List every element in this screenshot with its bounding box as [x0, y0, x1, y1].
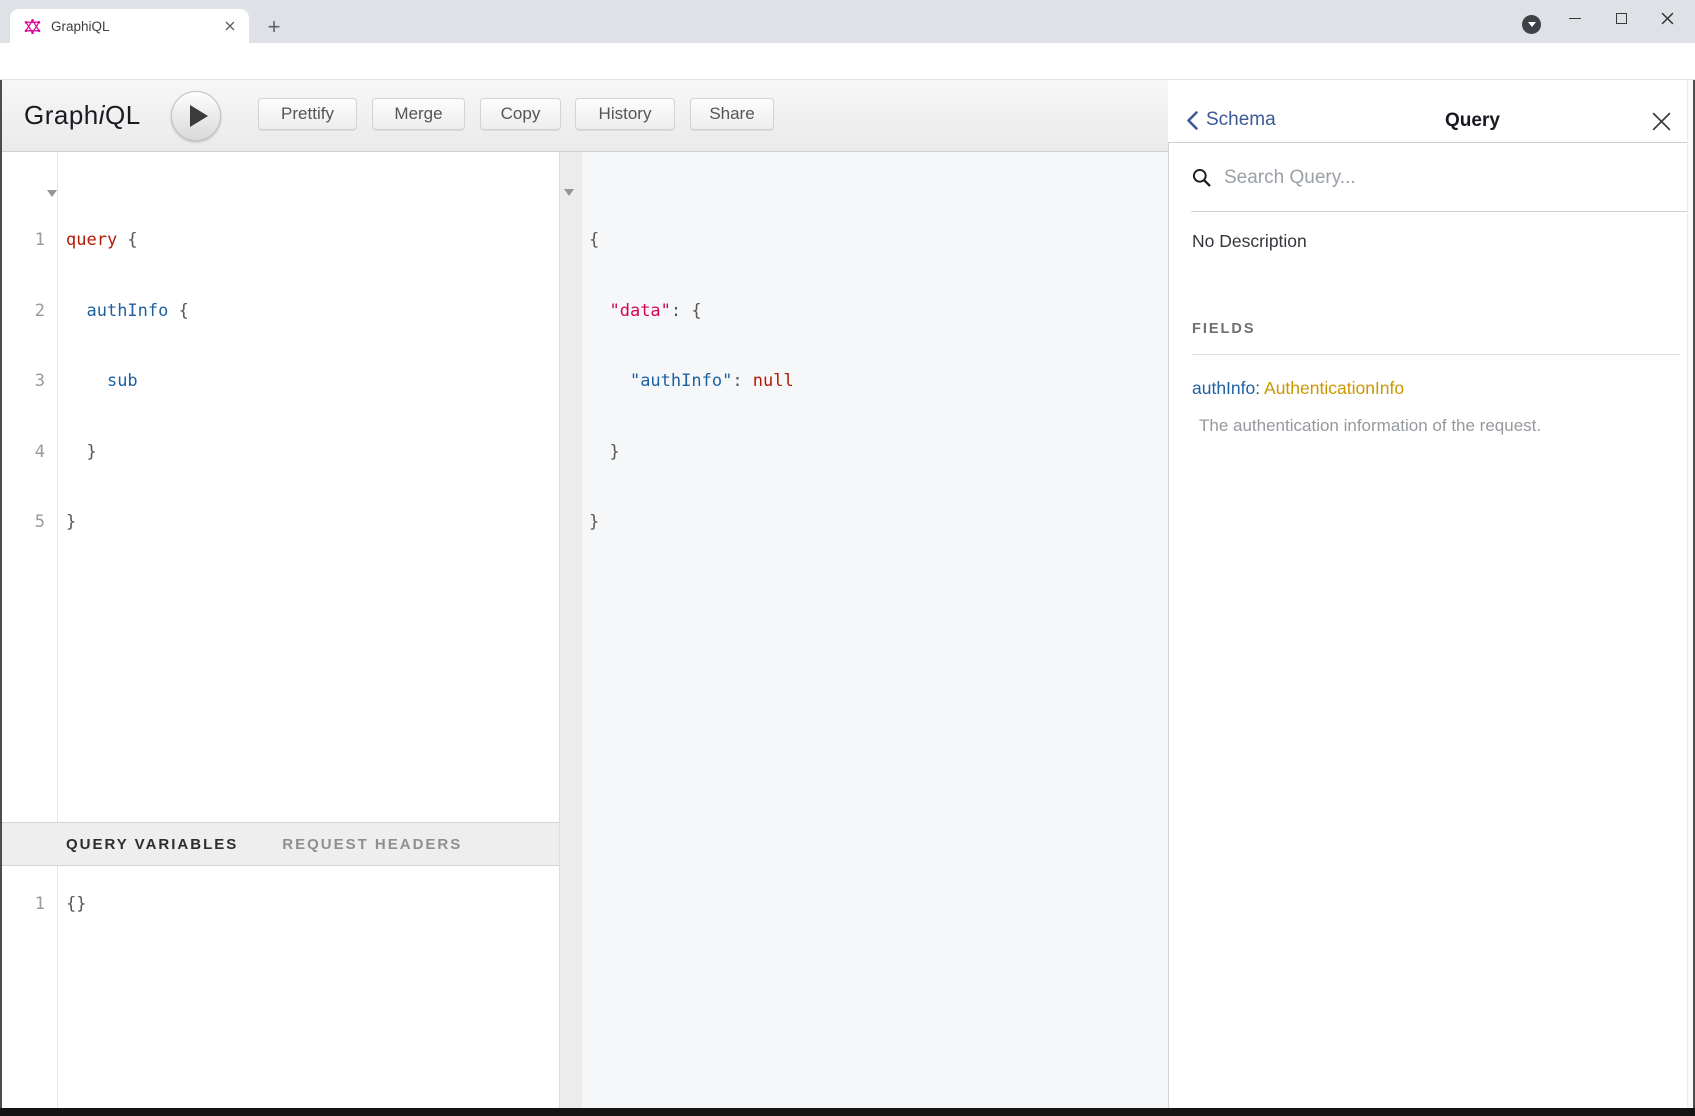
- code-line: authInfo {: [66, 300, 189, 324]
- doc-type-description: No Description: [1192, 231, 1307, 252]
- doc-close-button[interactable]: [1646, 106, 1676, 136]
- prettify-button[interactable]: Prettify: [258, 98, 357, 130]
- variables-line-number: 1: [0, 893, 45, 917]
- graphql-favicon-icon: [24, 18, 41, 35]
- fold-arrow-icon[interactable]: [47, 190, 57, 197]
- query-code[interactable]: query { authInfo { sub } }: [66, 182, 189, 582]
- window-close-button[interactable]: [1650, 4, 1684, 32]
- taskbar-edge: [0, 1108, 1695, 1116]
- doc-field-type-link[interactable]: AuthenticationInfo: [1264, 378, 1404, 398]
- doc-field-name-link[interactable]: authInfo: [1192, 378, 1255, 398]
- code-line: "authInfo": null: [589, 370, 794, 394]
- tab-close-icon[interactable]: [221, 17, 239, 35]
- doc-search-underline: [1191, 211, 1688, 212]
- result-code: { "data": { "authInfo": null } }: [589, 182, 794, 582]
- code-line: sub: [66, 370, 189, 394]
- query-editor-gutter-divider: [57, 152, 58, 822]
- code-line: }: [589, 511, 794, 535]
- fold-arrow-icon[interactable]: [564, 189, 574, 196]
- window-minimize-button[interactable]: [1558, 4, 1592, 32]
- secondary-editor-tabs: QUERY VARIABLES REQUEST HEADERS: [0, 822, 559, 866]
- history-button[interactable]: History: [575, 98, 675, 130]
- code-line: }: [66, 441, 189, 465]
- doc-back-link[interactable]: Schema: [1186, 109, 1276, 131]
- doc-title: Query: [1445, 110, 1500, 132]
- graphiql-logo: GraphiQL: [24, 100, 141, 131]
- share-button[interactable]: Share: [690, 98, 774, 130]
- search-icon: [1192, 168, 1211, 187]
- window-maximize-button[interactable]: [1604, 4, 1638, 32]
- execute-query-button[interactable]: [171, 91, 221, 141]
- browser-window: GraphiQL + ← →: [0, 0, 1695, 1116]
- browser-navbar: ← → localhost:3000/graphql: [0, 43, 1695, 80]
- editor-resize-divider[interactable]: [559, 152, 582, 1108]
- close-icon: [1661, 12, 1674, 25]
- doc-back-label: Schema: [1206, 109, 1276, 131]
- tab-request-headers[interactable]: REQUEST HEADERS: [282, 836, 462, 853]
- doc-search: [1168, 143, 1695, 212]
- minimize-icon: [1569, 18, 1581, 19]
- doc-field-authinfo: authInfo: AuthenticationInfo: [1192, 378, 1404, 399]
- new-tab-button[interactable]: +: [260, 13, 288, 41]
- window-border-left: [0, 80, 2, 1108]
- code-line: }: [66, 511, 189, 535]
- play-icon: [190, 105, 208, 127]
- tab-title: GraphiQL: [51, 19, 221, 34]
- close-icon: [1651, 111, 1672, 132]
- merge-button[interactable]: Merge: [372, 98, 465, 130]
- code-line: {: [589, 229, 794, 253]
- variables-gutter-divider: [57, 866, 58, 1108]
- chevron-left-icon: [1186, 111, 1198, 130]
- code-line: "data": {: [589, 300, 794, 324]
- tab-query-variables[interactable]: QUERY VARIABLES: [66, 836, 238, 853]
- copy-button[interactable]: Copy: [480, 98, 561, 130]
- browser-tab-graphiql[interactable]: GraphiQL: [10, 9, 249, 43]
- maximize-icon: [1616, 13, 1627, 24]
- query-editor-line-numbers: 1 2 3 4 5: [0, 182, 45, 582]
- doc-search-input[interactable]: [1224, 167, 1604, 189]
- doc-field-description: The authentication information of the re…: [1199, 416, 1541, 436]
- variables-code[interactable]: {}: [66, 893, 86, 917]
- chevron-down-icon: [1528, 22, 1536, 27]
- browser-titlebar: GraphiQL +: [0, 0, 1695, 43]
- doc-fields-divider: [1192, 354, 1680, 355]
- code-line: }: [589, 441, 794, 465]
- doc-fields-heading: FIELDS: [1192, 321, 1256, 337]
- code-line: query {: [66, 229, 189, 253]
- tab-search-button[interactable]: [1522, 15, 1541, 34]
